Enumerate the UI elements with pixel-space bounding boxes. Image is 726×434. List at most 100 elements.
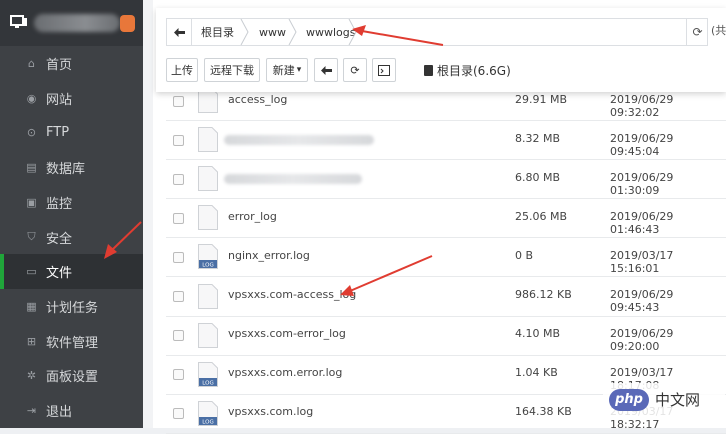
row-checkbox[interactable] [173,134,184,146]
sidebar-item-4[interactable]: ▣ 监控 [0,185,143,220]
sidebar-item-5[interactable]: ⛉ 安全 [0,220,143,255]
sidebar-item-10[interactable]: ⇥ 退出 [0,393,143,428]
path-back-button[interactable] [167,19,192,45]
file-size: 986.12 KB [515,288,572,301]
sidebar-item-label: 软件管理 [46,335,99,351]
refresh-icon: ⟳ [350,63,360,77]
watermark: php 中文网 [603,383,725,416]
file-name[interactable]: vpsxxs.com-error_log [228,327,346,340]
caret-down-icon: ▾ [296,65,302,75]
home-icon: ⌂ [28,57,35,70]
arrow-left-icon [173,27,185,37]
file-size: 0 B [515,248,534,262]
sidebar-item-0[interactable]: ⌂ 首页 [0,46,143,81]
crumb-root[interactable]: 根目录 [201,19,234,45]
file-date: 2019/06/29 09:32:02 [610,92,674,119]
apps-icon: ⊞ [26,334,37,348]
file-name[interactable]: access_log [228,93,287,106]
logo-bar [0,0,143,46]
file-name[interactable]: nginx_error.log [228,249,310,262]
row-checkbox[interactable] [173,330,184,342]
logo-text-redacted [34,14,120,32]
file-size: 25.06 MB [515,209,568,223]
file-name[interactable]: vpsxxs.com-access_log [228,288,356,301]
sidebar-item-label: FTP [46,125,70,141]
path-refresh-button[interactable]: ⟳ [686,19,708,45]
refresh-button[interactable]: ⟳ [343,58,367,82]
file-icon[interactable] [198,283,218,309]
file-date: 2019/06/29 09:45:43 [610,288,674,314]
file-size: 6.80 MB [515,170,561,184]
disk-icon [424,65,433,76]
file-name-redacted[interactable] [224,173,362,184]
file-size: 164.38 KB [515,405,572,419]
go-back-button[interactable] [314,58,338,82]
disk-info[interactable]: 根目录(6.6G) [424,62,511,79]
table-row[interactable]: 8.32 MB 2019/06/29 09:45:04 [166,120,726,161]
row-checkbox[interactable] [173,251,184,263]
ftp-icon: ⊙ [26,126,37,140]
table-row[interactable]: vpsxxs.com-access_log 986.12 KB 2019/06/29… [166,277,726,317]
terminal-button[interactable] [372,58,396,82]
table-row[interactable]: vpsxxs.com-error_log 4.10 MB 2019/06/29 09… [166,316,726,356]
row-checkbox[interactable] [173,369,184,381]
new-button[interactable]: 新建 ▾ [266,58,308,82]
database-icon: ▤ [26,161,37,175]
log-file-icon[interactable]: LOG [198,400,218,426]
file-name[interactable]: error_log [228,210,277,223]
logo-badge [120,15,135,32]
file-date: 2019/06/29 01:46:43 [610,209,674,236]
file-icon[interactable] [198,205,218,231]
log-badge-text: LOG [202,263,213,269]
file-size: 4.10 MB [515,327,561,341]
arrow-left-icon [320,65,332,75]
watermark-text: 中文网 [655,391,701,409]
remote-download-button[interactable]: 远程下载 [204,58,260,82]
file-icon[interactable] [198,322,218,348]
sidebar-item-label: 首页 [46,58,73,73]
path-bar: 根目录 www wwwlogs ⟳ [166,18,708,46]
file-name-redacted[interactable] [224,134,374,145]
crumb-separator-icon [240,19,249,45]
sidebar-item-label: 计划任务 [46,300,99,316]
sidebar-item-1[interactable]: ◉ 网站 [0,81,143,116]
log-file-icon[interactable]: LOG [198,244,218,270]
php-logo: php [609,388,649,411]
sidebar-item-label: 数据库 [46,162,86,178]
sidebar-item-6[interactable]: ▭ 文件 [0,254,143,290]
monitor-logo-icon [10,15,27,28]
row-checkbox[interactable] [173,95,184,107]
sidebar-item-2[interactable]: ⊙ FTP [0,115,143,150]
table-row[interactable]: LOG nginx_error.log 0 B 2019/03/17 15:16:01 [166,237,726,278]
sidebar-item-label: 文件 [46,266,73,282]
file-date: 2019/06/29 09:20:00 [610,327,674,354]
sidebar-item-7[interactable]: ▦ 计划任务 [0,289,143,324]
file-name[interactable]: vpsxxs.com.log [228,405,313,418]
file-date: 2019/06/29 01:30:09 [610,170,674,197]
sidebar-item-label: 面板设置 [46,370,99,386]
file-icon[interactable] [198,127,218,153]
sidebar-item-label: 退出 [46,405,73,420]
row-checkbox[interactable] [173,408,184,420]
file-size: 1.04 KB [515,366,558,380]
sidebar-item-8[interactable]: ⊞ 软件管理 [0,324,143,359]
log-file-icon[interactable]: LOG [198,361,218,387]
table-row[interactable]: error_log 25.06 MB 2019/06/29 01:46:43 [166,198,726,239]
sidebar-item-3[interactable]: ▤ 数据库 [0,150,143,185]
row-checkbox[interactable] [173,173,184,185]
sidebar-item-9[interactable]: ✲ 面板设置 [0,358,143,393]
sidebar-item-label: 监控 [46,196,73,212]
file-name[interactable]: vpsxxs.com.error.log [228,366,342,379]
row-checkbox[interactable] [173,291,184,302]
log-badge-text: LOG [202,419,213,425]
file-icon[interactable] [198,166,218,192]
globe-icon: ◉ [26,91,37,105]
crumb-separator-icon [348,19,357,45]
table-row[interactable]: 6.80 MB 2019/06/29 01:30:09 [166,159,726,200]
logout-icon: ⇥ [26,404,37,417]
row-checkbox[interactable] [173,212,184,224]
crumb-www[interactable]: www [259,19,286,45]
sidebar-item-label: 安全 [46,231,73,247]
file-size: 8.32 MB [515,131,561,145]
upload-button[interactable]: 上传 [166,58,198,82]
